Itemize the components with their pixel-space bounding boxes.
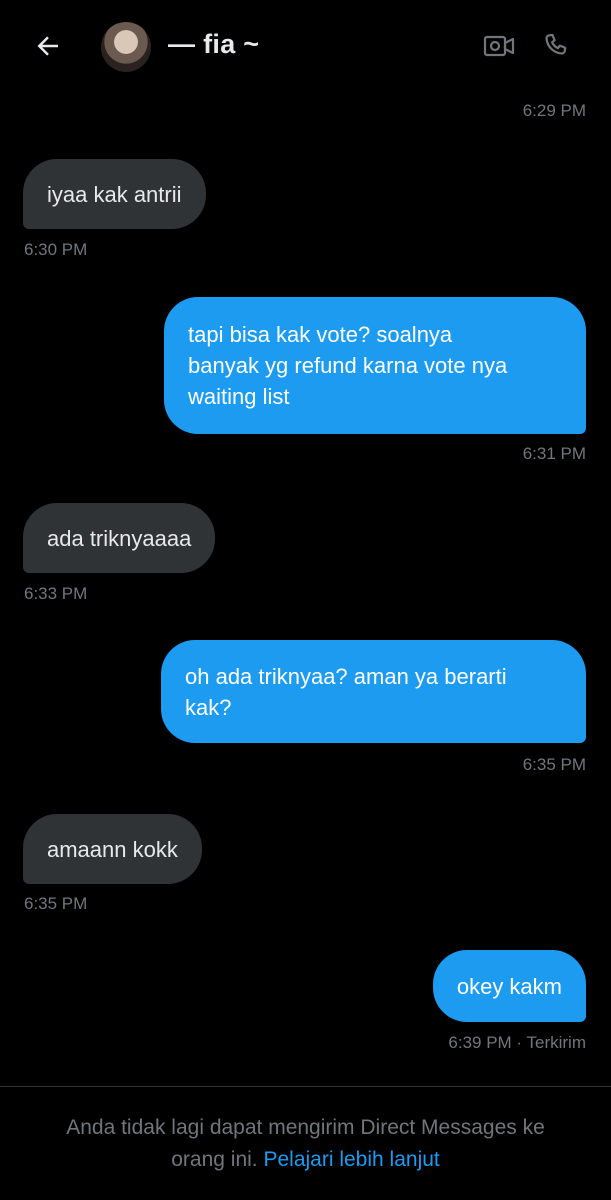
message-text-line: tapi bisa kak vote? soalnya — [188, 322, 453, 347]
notice-text-line: Anda tidak lagi dapat mengirim Direct Me… — [66, 1116, 545, 1139]
learn-more-link[interactable]: Pelajari lebih lanjut — [263, 1148, 439, 1171]
video-call-button[interactable] — [481, 30, 517, 62]
message-text: iyaa kak antrii — [47, 181, 182, 207]
message-text-line: oh ada triknyaa? aman ya berarti — [185, 663, 507, 689]
arrow-left-icon — [37, 36, 58, 56]
video-camera-icon — [483, 35, 515, 57]
outgoing-message-bubble[interactable]: oh ada triknyaa? aman ya berarti kak? — [161, 640, 586, 743]
incoming-message-bubble[interactable]: amaann kokk — [23, 814, 202, 884]
incoming-message-bubble[interactable]: ada triknyaaaa — [23, 503, 216, 573]
divider — [0, 1086, 611, 1087]
back-button[interactable] — [30, 28, 66, 64]
outgoing-message-bubble[interactable]: okey kakm — [432, 950, 586, 1022]
message-text-line: banyak yg refund karna vote nya — [188, 353, 508, 378]
dm-disabled-notice: Anda tidak lagi dapat mengirim Direct Me… — [30, 1112, 581, 1176]
message-text-line: waiting list — [188, 384, 290, 409]
message-timestamp: 6:30 PM — [24, 240, 88, 259]
message-timestamp: 6:35 PM — [24, 894, 88, 913]
conversation-header: — fia ~ — [0, 0, 611, 92]
outgoing-message-bubble[interactable]: tapi bisa kak vote? soalnya banyak yg re… — [164, 297, 586, 434]
message-text: oh ada triknyaa? aman ya berarti kak? — [185, 661, 507, 723]
notice-text-line: orang ini. — [171, 1148, 258, 1171]
message-timestamp-status: 6:39 PM · Terkirim — [448, 1033, 586, 1052]
voice-call-button[interactable] — [538, 28, 574, 64]
message-timestamp: 6:31 PM — [522, 444, 586, 463]
message-timestamp: 6:35 PM — [522, 755, 586, 774]
incoming-message-bubble[interactable]: iyaa kak antrii — [23, 159, 206, 229]
message-text-line: kak? — [185, 694, 232, 720]
phone-icon — [545, 33, 567, 55]
message-text: tapi bisa kak vote? soalnya banyak yg re… — [188, 319, 507, 412]
avatar[interactable] — [101, 22, 151, 72]
message-timestamp: 6:33 PM — [24, 584, 88, 603]
message-timestamp: 6:29 PM — [522, 101, 586, 120]
message-text: okey kakm — [456, 973, 562, 999]
message-text: ada triknyaaaa — [47, 525, 192, 551]
message-text: amaann kokk — [47, 836, 178, 862]
contact-name[interactable]: — fia ~ — [168, 29, 259, 60]
